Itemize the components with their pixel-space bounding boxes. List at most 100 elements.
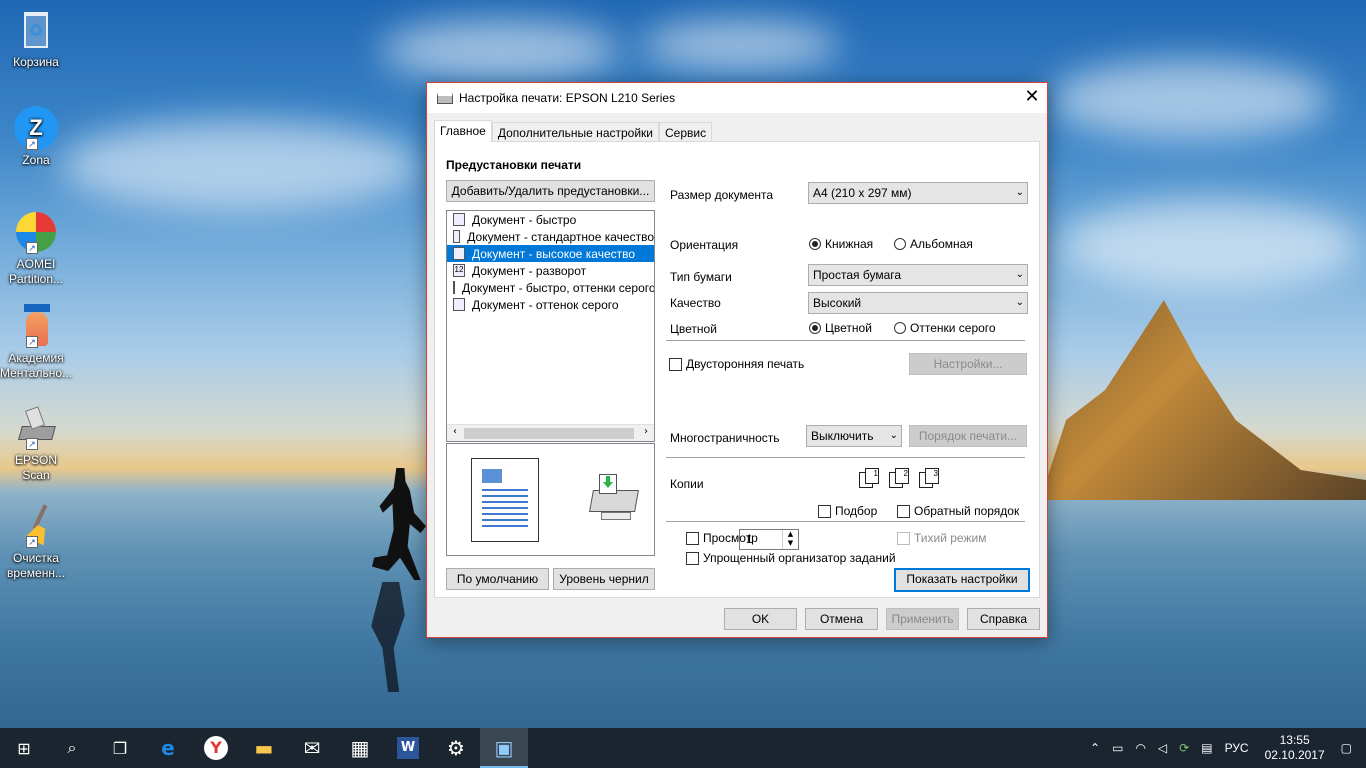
chevron-down-icon: ⌄ — [1015, 297, 1024, 308]
language-indicator[interactable]: РУС — [1225, 741, 1249, 755]
taskbar-printer-settings[interactable]: ▣ — [480, 728, 528, 768]
preset-item[interactable]: 12 Документ - разворот — [447, 262, 654, 279]
color-mode-grayscale-radio[interactable]: Оттенки серого — [894, 321, 996, 335]
shortcut-arrow-icon: ↗ — [26, 138, 38, 150]
presets-heading: Предустановки печати — [446, 158, 582, 172]
desktop-icon-label: Очистка временн... — [7, 551, 65, 580]
scroll-left-icon[interactable]: ‹ — [447, 426, 463, 437]
print-order-button[interactable]: Порядок печати... — [909, 425, 1027, 447]
taskbar-yandex[interactable]: Y — [192, 728, 240, 768]
clock[interactable]: 13:55 02.10.2017 — [1265, 733, 1325, 763]
scanner-icon: ↗ — [14, 406, 58, 450]
preset-item[interactable]: Документ - быстро, оттенки серого — [447, 279, 654, 296]
preview-checkbox[interactable]: Просмотр — [686, 531, 758, 545]
desktop-icon-cleanup[interactable]: ↗ Очистка временн... — [0, 504, 72, 581]
battery-icon[interactable]: ▭ — [1112, 741, 1123, 755]
color-mode-color-radio[interactable]: Цветной — [809, 321, 872, 335]
doc-size-select[interactable]: A4 (210 x 297 мм) ⌄ — [808, 182, 1028, 204]
preset-item-selected[interactable]: Документ - высокое качество — [447, 245, 654, 262]
desktop-icon-academy[interactable]: ↗ Академия Ментально... — [0, 304, 72, 381]
dialog-title: Настройка печати: EPSON L210 Series — [459, 91, 676, 105]
keyboard-icon[interactable]: ▤ — [1201, 741, 1212, 755]
wifi-icon[interactable]: ◠ — [1135, 741, 1145, 755]
tab-service[interactable]: Сервис — [659, 122, 713, 142]
print-preview-area — [446, 443, 655, 556]
two-page-icon: 12 — [453, 264, 465, 277]
cancel-button[interactable]: Отмена — [805, 608, 878, 630]
dialog-titlebar[interactable]: Настройка печати: EPSON L210 Series ✕ — [427, 83, 1047, 113]
volume-icon[interactable]: ◁ — [1158, 741, 1167, 755]
recycle-bin-icon — [14, 8, 58, 52]
duplex-checkbox[interactable]: Двусторонняя печать — [669, 357, 804, 371]
shortcut-arrow-icon: ↗ — [26, 242, 38, 254]
mail-icon: ✉ — [303, 736, 321, 760]
tab-advanced[interactable]: Дополнительные настройки — [491, 122, 659, 142]
ink-levels-button[interactable]: Уровень чернил — [553, 568, 655, 590]
duplex-settings-button[interactable]: Настройки... — [909, 353, 1027, 375]
preset-item[interactable]: Документ - оттенок серого — [447, 296, 654, 313]
reverse-order-checkbox[interactable]: Обратный порядок — [897, 504, 1019, 518]
chevron-up-icon[interactable]: ⌃ — [1090, 741, 1100, 755]
desktop-icon-label: EPSON Scan — [14, 453, 57, 482]
printer-preview-icon — [585, 472, 641, 528]
presets-list[interactable]: Документ - быстро Документ - стандартное… — [446, 210, 655, 442]
restore-defaults-button[interactable]: По умолчанию — [446, 568, 549, 590]
desktop-icon-label: Zona — [22, 153, 50, 167]
sync-icon[interactable]: ⟳ — [1179, 741, 1189, 755]
checkbox-box — [686, 531, 699, 545]
taskbar-mail[interactable]: ✉ — [288, 728, 336, 768]
preset-item[interactable]: Документ - быстро — [447, 211, 654, 228]
taskbar-edge[interactable]: e — [144, 728, 192, 768]
help-button[interactable]: Справка — [967, 608, 1040, 630]
desktop-icon-aomei[interactable]: ↗ AOMEI Partition... — [0, 210, 72, 287]
multipage-select[interactable]: Выключить ⌄ — [806, 425, 902, 447]
runner-silhouette — [372, 468, 426, 580]
checkbox-box — [897, 531, 910, 545]
taskbar-file-explorer[interactable]: ▬ — [240, 728, 288, 768]
taskbar: ⊞ ⌕ ❐ e Y ▬ ✉ ▦ W ⚙ ▣ ⌃ ▭ ◠ ◁ ⟳ ▤ РУС 13… — [0, 728, 1366, 768]
orientation-landscape-radio[interactable]: Альбомная — [894, 237, 973, 251]
notifications-icon[interactable]: ▢ — [1341, 741, 1352, 755]
close-button[interactable]: ✕ — [1017, 83, 1047, 113]
orientation-label: Ориентация — [670, 238, 739, 252]
ok-button[interactable]: OK — [724, 608, 797, 630]
quiet-mode-checkbox[interactable]: Тихий режим — [897, 531, 986, 545]
desktop-icon-zona[interactable]: Z ↗ Zona — [0, 106, 72, 168]
taskbar-calculator[interactable]: ▦ — [336, 728, 384, 768]
simple-job-organizer-checkbox[interactable]: Упрощенный организатор заданий — [686, 551, 896, 565]
collate-checkbox[interactable]: Подбор — [818, 504, 877, 518]
start-button[interactable]: ⊞ — [0, 728, 48, 768]
document-icon — [453, 298, 465, 311]
desktop-icon-epson-scan[interactable]: ↗ EPSON Scan — [0, 406, 72, 483]
color-label: Цветной — [670, 322, 717, 336]
orientation-portrait-radio[interactable]: Книжная — [809, 237, 873, 251]
taskbar-word[interactable]: W — [384, 728, 432, 768]
task-view-icon: ❐ — [112, 738, 128, 758]
taskbar-settings[interactable]: ⚙ — [432, 728, 480, 768]
scrollbar-thumb[interactable] — [464, 428, 634, 439]
cloud — [1050, 60, 1330, 140]
rock-island — [1040, 300, 1366, 500]
quality-select[interactable]: Высокий ⌄ — [808, 292, 1028, 314]
stepper-arrows[interactable]: ▲ ▼ — [782, 530, 798, 549]
apply-button[interactable]: Применить — [886, 608, 959, 630]
cloud — [380, 20, 620, 80]
task-view-button[interactable]: ❐ — [96, 728, 144, 768]
desktop-icon-recycle-bin[interactable]: Корзина — [0, 8, 72, 70]
desktop-icon-label: Академия Ментально... — [0, 351, 73, 380]
cloud — [640, 20, 840, 70]
show-settings-button[interactable]: Показать настройки — [894, 568, 1030, 592]
preset-item[interactable]: Документ - стандартное качество — [447, 228, 654, 245]
paper-type-select[interactable]: Простая бумага ⌄ — [808, 264, 1028, 286]
search-button[interactable]: ⌕ — [48, 728, 96, 768]
tab-main[interactable]: Главное — [434, 120, 492, 142]
scroll-right-icon[interactable]: › — [638, 426, 654, 437]
cloud — [1060, 200, 1360, 290]
clock-time: 13:55 — [1279, 733, 1310, 747]
checkbox-box — [669, 357, 682, 371]
presets-horizontal-scrollbar[interactable]: ‹ › — [447, 424, 654, 441]
multipage-label: Многостраничность — [670, 431, 780, 445]
add-remove-presets-button[interactable]: Добавить/Удалить предустановки... — [446, 180, 655, 202]
file-explorer-icon: ▬ — [254, 736, 274, 760]
copies-label: Копии — [670, 477, 704, 491]
